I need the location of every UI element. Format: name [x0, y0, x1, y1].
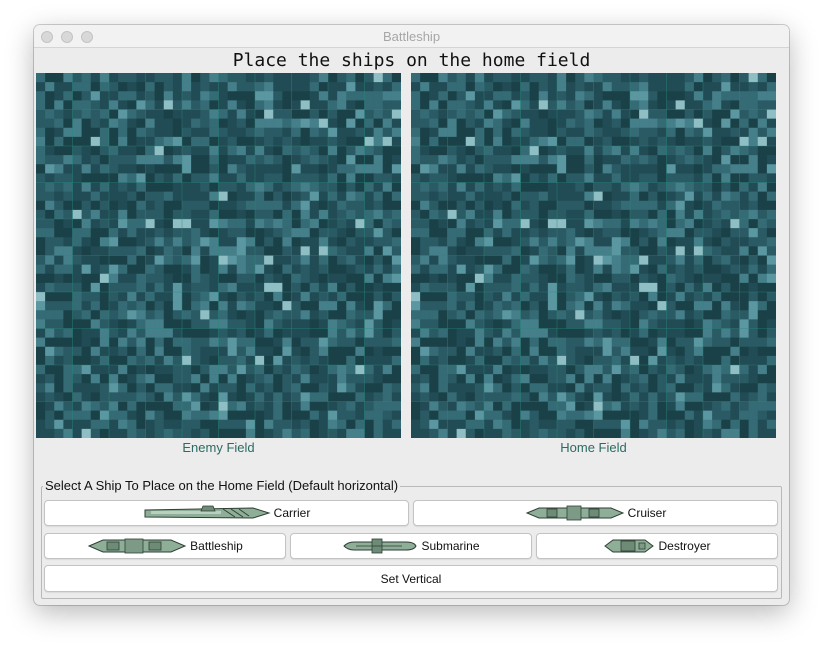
window-title: Battleship [382, 29, 441, 44]
destroyer-label: Destroyer [658, 539, 711, 553]
app-window: Battleship Place the ships on the home f… [34, 25, 789, 605]
battleship-label: Battleship [190, 539, 243, 553]
carrier-icon [144, 505, 271, 519]
battleship-button[interactable]: Battleship [44, 533, 286, 559]
submarine-label: Submarine [421, 539, 480, 553]
cruiser-icon [525, 505, 624, 521]
cruiser-label: Cruiser [627, 506, 667, 520]
carrier-button[interactable]: Carrier [44, 500, 409, 526]
ship-selection-legend: Select A Ship To Place on the Home Field… [43, 478, 401, 493]
destroyer-icon [604, 539, 655, 553]
set-vertical-label: Set Vertical [380, 571, 442, 586]
home-field-label: Home Field [560, 440, 627, 455]
submarine-icon [343, 538, 418, 554]
submarine-button[interactable]: Submarine [290, 533, 532, 559]
enemy-field-label: Enemy Field [182, 440, 255, 455]
carrier-label: Carrier [273, 506, 311, 520]
battleship-icon [87, 538, 187, 554]
home-field-grid[interactable] [411, 73, 776, 438]
cruiser-button[interactable]: Cruiser [413, 500, 778, 526]
destroyer-button[interactable]: Destroyer [536, 533, 778, 559]
page-heading: Place the ships on the home field [232, 50, 591, 71]
set-vertical-button[interactable]: Set Vertical [44, 565, 778, 592]
enemy-field-grid[interactable] [36, 73, 401, 438]
title-bar: Battleship [34, 25, 789, 48]
